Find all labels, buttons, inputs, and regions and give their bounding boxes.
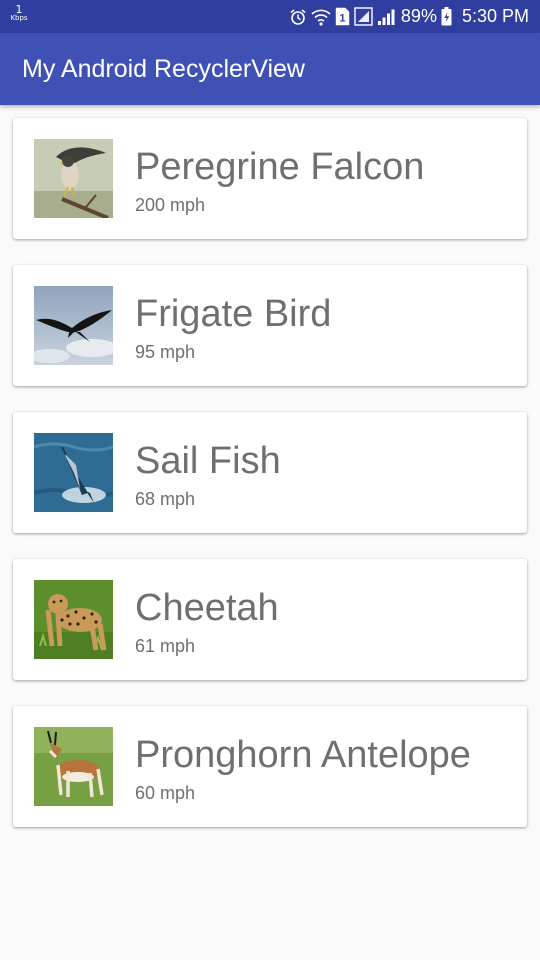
animal-speed: 68 mph: [135, 489, 196, 509]
animal-name: Peregrine Falcon: [135, 146, 425, 188]
status-bar: 1 Kbps 1 89% 5:30 PM: [0, 0, 540, 33]
app-bar: My Android RecyclerView: [0, 33, 540, 105]
battery-icon: [441, 7, 452, 26]
clock: 5:30 PM: [461, 6, 529, 26]
network-speed-unit: Kbps: [10, 14, 28, 22]
status-icons: 1 89% 5:30 PM: [289, 0, 529, 33]
alarm-icon: [289, 8, 307, 26]
list-item[interactable]: Peregrine Falcon 200 mph: [13, 118, 527, 239]
wifi-icon: [311, 8, 331, 26]
frigate-bird-photo: [34, 286, 113, 365]
cheetah-photo: [34, 580, 113, 659]
network-speed: 1 Kbps: [8, 4, 30, 22]
animal-speed: 200 mph: [135, 195, 206, 215]
animal-name: Cheetah: [135, 587, 279, 629]
peregrine-falcon-photo: [34, 139, 113, 218]
signal-icon: [377, 8, 395, 26]
animal-name: Sail Fish: [135, 440, 281, 482]
sim-icon: 1: [335, 7, 350, 26]
list-item[interactable]: Pronghorn Antelope 60 mph: [13, 706, 527, 827]
battery-percent: 89%: [400, 6, 437, 26]
sim-label: 1: [339, 13, 345, 25]
animal-name: Frigate Bird: [135, 293, 332, 335]
list-item[interactable]: Sail Fish 68 mph: [13, 412, 527, 533]
list-item[interactable]: Cheetah 61 mph: [13, 559, 527, 680]
page-title: My Android RecyclerView: [22, 55, 305, 83]
animal-name: Pronghorn Antelope: [135, 734, 471, 776]
animal-speed: 61 mph: [135, 636, 196, 656]
sail-fish-photo: [34, 433, 113, 512]
list-item[interactable]: Frigate Bird 95 mph: [13, 265, 527, 386]
signal-box-icon: [354, 7, 373, 26]
pronghorn-antelope-photo: [34, 727, 113, 806]
animal-speed: 60 mph: [135, 783, 196, 803]
animal-speed: 95 mph: [135, 342, 196, 362]
